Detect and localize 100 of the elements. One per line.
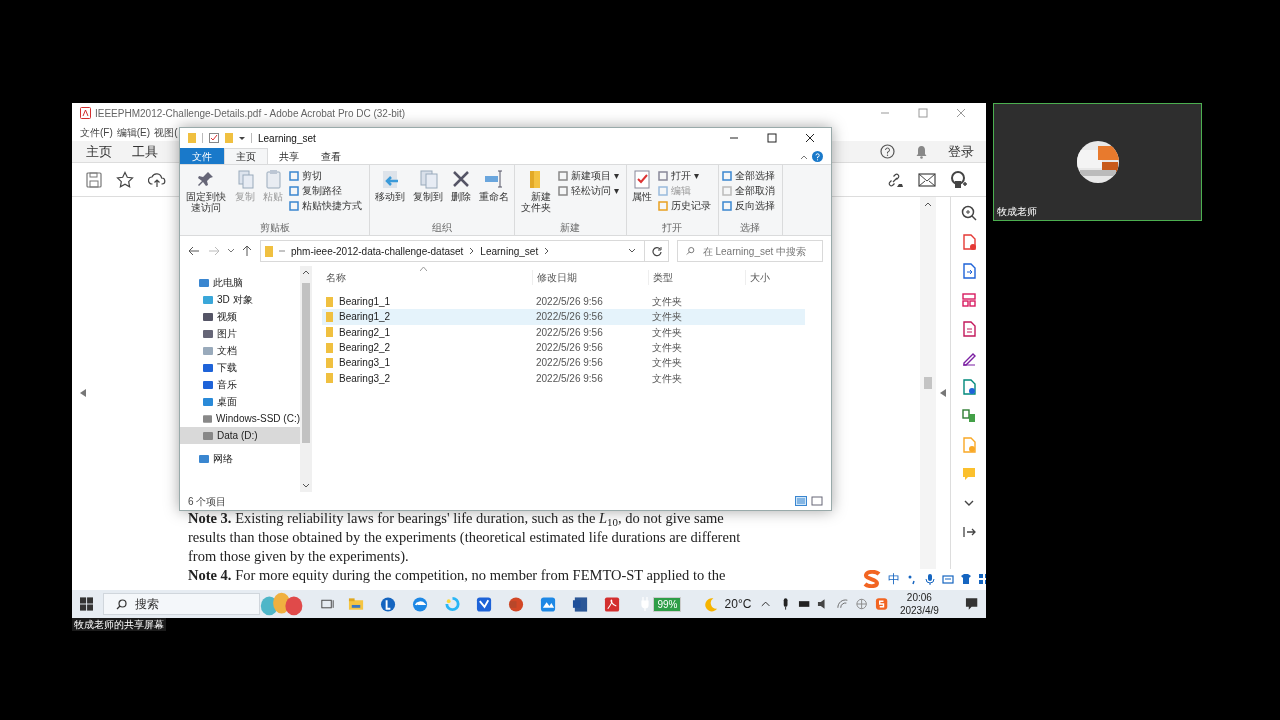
star-icon[interactable] [116, 170, 134, 189]
bell-icon[interactable] [915, 144, 928, 159]
file-row[interactable]: Bearing1_1 2022/5/26 9:56 文件夹 [322, 294, 805, 310]
move-icon[interactable] [380, 169, 400, 189]
nav-item[interactable]: 视频 [180, 308, 300, 325]
notification-icon[interactable] [964, 597, 979, 611]
skin-icon[interactable] [960, 573, 972, 585]
share-file-icon[interactable] [960, 263, 977, 279]
presentation-icon[interactable] [508, 595, 525, 613]
chevron-right-icon[interactable] [544, 247, 550, 255]
ribbon-button[interactable]: 全部取消 [734, 184, 775, 197]
ribbon-button[interactable]: 移动到 [375, 191, 405, 202]
ribbon-button[interactable]: 打开 ▾ [670, 169, 699, 182]
breadcrumb[interactable]: phm-ieee-2012-data-challenge-dataset [291, 243, 464, 259]
ribbon-tab[interactable]: 查看 [310, 148, 352, 164]
help-icon[interactable] [812, 151, 823, 162]
file-row[interactable]: Bearing3_2 2022/5/26 9:56 文件夹 [322, 370, 805, 386]
scrollbar-thumb[interactable] [924, 377, 932, 389]
compare-icon[interactable] [960, 408, 977, 424]
small-action-icon[interactable] [721, 170, 732, 181]
collapse-arrow-icon[interactable] [80, 388, 86, 397]
sogou-icon[interactable] [874, 597, 888, 611]
menu-item[interactable]: 视图( [154, 124, 178, 140]
microphone-icon[interactable] [924, 573, 936, 585]
keyboard-icon[interactable] [942, 573, 954, 585]
small-action-icon[interactable] [289, 185, 299, 196]
ribbon-button[interactable]: 历史记录 [670, 199, 711, 212]
history-dropdown-icon[interactable] [228, 248, 234, 254]
chevron-right-icon[interactable] [469, 247, 475, 255]
ribbon-tab[interactable]: 主页 [224, 148, 268, 164]
edit-pdf-icon[interactable] [960, 321, 977, 337]
ribbon-button[interactable]: 剪切 [302, 169, 322, 182]
column-header[interactable]: 修改日期 [532, 269, 648, 285]
column-header[interactable]: 大小 [745, 269, 805, 285]
browser-icon[interactable] [412, 595, 429, 613]
meeting-app-icon[interactable] [540, 595, 557, 613]
nav-item[interactable]: 音乐 [180, 376, 300, 393]
expand-panel-icon[interactable] [960, 524, 977, 540]
nav-item[interactable]: Windows-SSD (C:) [180, 410, 300, 427]
column-header[interactable]: 名称 [322, 269, 532, 285]
start-icon[interactable] [80, 597, 94, 611]
add-user-icon[interactable] [950, 170, 968, 189]
ribbon-button[interactable]: 复制到 [413, 191, 443, 202]
ribbon-button[interactable]: 固定到快速访问 [185, 191, 227, 213]
file-row[interactable]: Bearing1_2 2022/5/26 9:56 文件夹 [322, 309, 805, 325]
dropdown-icon[interactable] [628, 248, 636, 254]
nav-item[interactable]: 桌面 [180, 393, 300, 410]
zoom-icon[interactable] [960, 205, 977, 221]
pdf-app-icon[interactable] [604, 595, 621, 613]
sogou-logo-icon[interactable] [862, 570, 882, 588]
ribbon-button[interactable]: 粘贴快捷方式 [302, 199, 362, 212]
scrollbar-thumb[interactable] [302, 283, 310, 443]
file-row[interactable]: Bearing3_1 2022/5/26 9:56 文件夹 [322, 355, 805, 371]
menu-item[interactable]: 文件(F) [80, 124, 113, 140]
back-icon[interactable] [188, 246, 200, 256]
ime-icon[interactable] [855, 597, 869, 611]
nav-item[interactable]: 文档 [180, 342, 300, 359]
ribbon-button[interactable]: 新建文件夹 [520, 191, 552, 213]
nav-item[interactable]: 下载 [180, 359, 300, 376]
small-action-icon[interactable] [657, 170, 668, 181]
nav-item[interactable]: 图片 [180, 325, 300, 342]
punctuation-icon[interactable] [906, 573, 918, 585]
help-icon[interactable] [880, 144, 895, 159]
cloud-upload-icon[interactable] [148, 171, 166, 188]
ribbon-button[interactable]: 删除 [451, 191, 471, 202]
rename-icon[interactable] [484, 169, 504, 189]
search-field[interactable]: 在 Learning_set 中搜索 [677, 240, 823, 262]
mail-icon[interactable] [918, 172, 936, 187]
properties-icon[interactable] [209, 133, 219, 143]
small-action-icon[interactable] [558, 185, 568, 196]
breadcrumb[interactable]: Learning_set [480, 243, 539, 259]
small-action-icon[interactable] [289, 170, 299, 181]
ime-mode-toggle[interactable]: 中 [888, 570, 900, 588]
sort-indicator-icon[interactable] [420, 267, 427, 271]
nav-item[interactable]: 3D 对象 [180, 291, 300, 308]
pin-icon[interactable] [196, 169, 216, 189]
tab[interactable]: 工具 [132, 141, 158, 162]
protect-icon[interactable] [960, 379, 977, 395]
props-icon[interactable] [631, 169, 652, 189]
scroll-up-icon[interactable] [302, 270, 310, 275]
scroll-down-icon[interactable] [302, 483, 310, 488]
small-action-icon[interactable] [289, 200, 299, 211]
app-icon[interactable] [380, 595, 397, 613]
tab[interactable]: 主页 [86, 141, 112, 162]
search-field[interactable]: 搜索 [103, 593, 260, 615]
ribbon-button[interactable]: 轻松访问 ▾ [571, 184, 619, 197]
small-action-icon[interactable] [721, 200, 732, 211]
ribbon-button[interactable]: 反向选择 [734, 199, 775, 212]
up-icon[interactable] [242, 245, 252, 257]
ribbon-button[interactable]: 重命名 [479, 191, 509, 202]
delete-icon[interactable] [451, 169, 471, 189]
address-bar[interactable]: phm-ieee-2012-data-challenge-dataset Learning_set [260, 240, 645, 262]
small-action-icon[interactable] [558, 170, 568, 181]
login-link[interactable]: 登录 [948, 141, 974, 162]
wifi-icon[interactable] [836, 597, 850, 611]
nav-item[interactable]: 此电脑 [180, 274, 300, 291]
ribbon-button[interactable]: 属性 [631, 191, 652, 202]
collapse-ribbon-icon[interactable] [800, 154, 808, 160]
ribbon-button[interactable]: 全部选择 [734, 169, 775, 182]
file-row[interactable]: Bearing2_2 2022/5/26 9:56 文件夹 [322, 339, 805, 356]
